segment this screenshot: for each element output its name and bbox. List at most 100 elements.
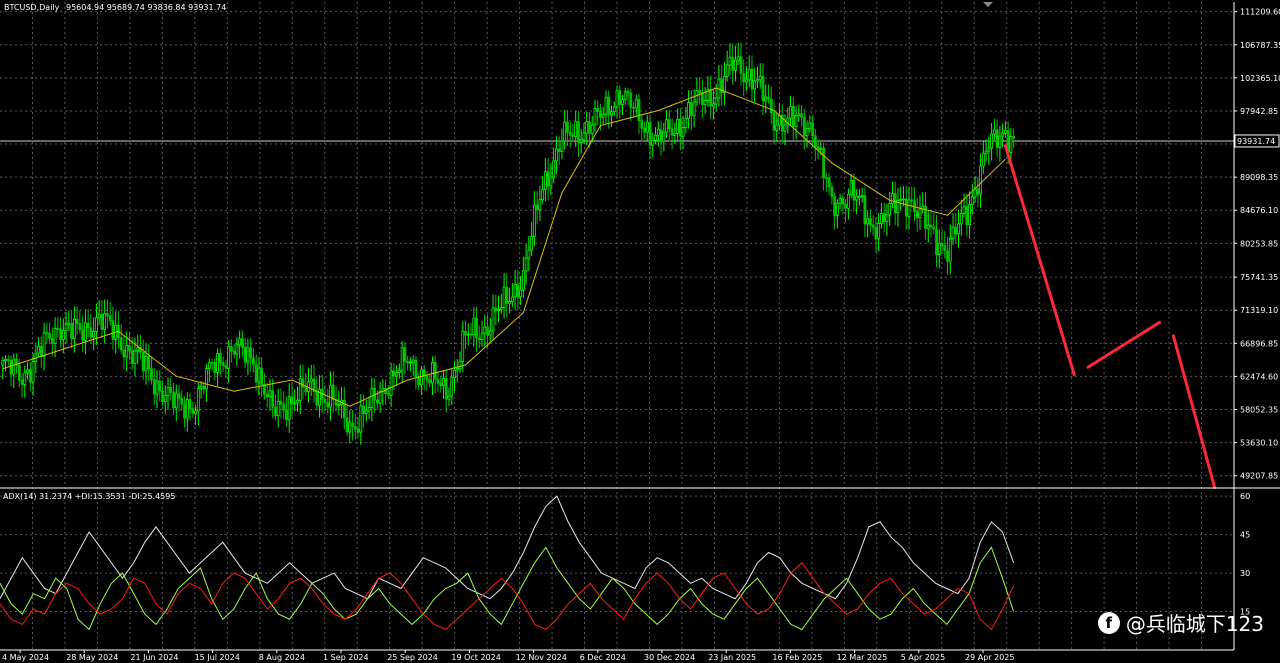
- candle-body: [607, 96, 611, 116]
- candle-body: [147, 355, 151, 370]
- candle-body: [364, 410, 368, 415]
- candle-body: [158, 380, 162, 392]
- candle-body: [384, 387, 388, 394]
- candle-body: [568, 131, 572, 136]
- candle-body: [846, 193, 850, 209]
- candle-body: [640, 120, 644, 129]
- candle-body: [458, 360, 462, 369]
- candle-body: [869, 218, 872, 226]
- candle-body: [238, 338, 242, 346]
- candle-body: [356, 428, 360, 433]
- candle-body: [764, 96, 768, 102]
- candle-body: [535, 204, 539, 211]
- date-tick-label: 15 Jul 2024: [195, 653, 240, 662]
- date-tick-label: 23 Jan 2025: [708, 653, 756, 662]
- candle-body: [78, 323, 82, 331]
- candle-body: [984, 150, 988, 154]
- candle-body: [166, 387, 170, 397]
- candle-body: [409, 361, 412, 364]
- candle-body: [532, 204, 536, 237]
- candle-body: [800, 113, 803, 118]
- candle-body: [816, 146, 820, 150]
- candle-body: [17, 364, 21, 381]
- candle-body: [279, 400, 283, 405]
- candle-body: [243, 346, 247, 363]
- candle-body: [728, 57, 732, 66]
- candle-body: [902, 198, 905, 201]
- candle-body: [480, 332, 484, 341]
- candle-body: [888, 203, 892, 216]
- candle-body: [756, 79, 759, 82]
- price-tick-label: 89098.35: [1240, 173, 1278, 182]
- price-tick-label: 58052.35: [1240, 406, 1278, 415]
- candle-body: [213, 362, 217, 373]
- candle-body: [882, 213, 886, 223]
- candle-body: [734, 59, 737, 71]
- facebook-icon: f: [1097, 611, 1120, 634]
- candle-body: [229, 346, 233, 352]
- candle-body: [433, 362, 437, 380]
- candle-body: [549, 176, 553, 187]
- candle-body: [169, 387, 173, 393]
- candle-body: [910, 199, 914, 202]
- candle-body: [431, 362, 434, 384]
- candle-body: [745, 79, 748, 83]
- candle-body: [968, 203, 971, 226]
- candle-body: [411, 359, 415, 363]
- candle-body: [805, 128, 809, 137]
- candle-body: [75, 318, 79, 324]
- candle-body: [588, 121, 591, 134]
- candle-body: [152, 379, 156, 395]
- candle-body: [891, 193, 894, 204]
- candle-body: [852, 179, 856, 201]
- candle-body: [880, 213, 883, 224]
- candle-body: [185, 399, 189, 419]
- candle-body: [571, 134, 575, 137]
- candle-body: [830, 186, 834, 197]
- candle-body: [676, 118, 679, 134]
- candle-body: [700, 92, 704, 105]
- candle-body: [128, 344, 131, 352]
- candle-body: [249, 347, 253, 359]
- candle-body: [615, 90, 619, 108]
- candle-body: [665, 119, 668, 133]
- candle-body: [61, 330, 65, 340]
- candle-body: [106, 313, 109, 317]
- candle-body: [566, 121, 569, 133]
- candle-body: [692, 101, 696, 117]
- candle-body: [871, 224, 875, 228]
- price-tick-label: 49207.85: [1240, 472, 1278, 481]
- date-tick-label: 29 Apr 2025: [965, 653, 1014, 662]
- candle-body: [199, 385, 203, 389]
- candle-body: [987, 147, 991, 152]
- chart-root: 111209.60106787.35102365.1097942.8593520…: [0, 0, 1280, 663]
- price-tick-label: 53630.10: [1240, 439, 1278, 448]
- candle-body: [957, 223, 960, 235]
- candle-body: [353, 425, 357, 430]
- date-tick-label: 8 Aug 2024: [259, 653, 305, 662]
- candle-body: [218, 352, 222, 363]
- candle-body: [874, 226, 878, 240]
- candle-body: [943, 245, 947, 252]
- candle-body: [367, 407, 371, 412]
- candle-body: [177, 393, 181, 399]
- candle-body: [948, 238, 952, 262]
- date-tick-label: 4 May 2024: [2, 653, 49, 662]
- candle-body: [472, 318, 476, 335]
- candle-body: [351, 422, 354, 427]
- candle-body: [461, 330, 465, 362]
- candle-body: [703, 100, 707, 105]
- candle-body: [797, 113, 801, 117]
- candle-body: [772, 112, 776, 131]
- candle-body: [618, 90, 622, 105]
- candle-body: [857, 195, 861, 198]
- candle-body: [92, 330, 96, 338]
- date-tick-label: 28 May 2024: [66, 653, 118, 662]
- candle-body: [893, 193, 897, 214]
- candle-body: [508, 301, 511, 304]
- candle-body: [282, 403, 286, 411]
- date-tick-label: 12 Mar 2025: [837, 653, 888, 662]
- candle-body: [389, 370, 393, 396]
- candle-body: [265, 393, 269, 398]
- candle-body: [271, 390, 275, 408]
